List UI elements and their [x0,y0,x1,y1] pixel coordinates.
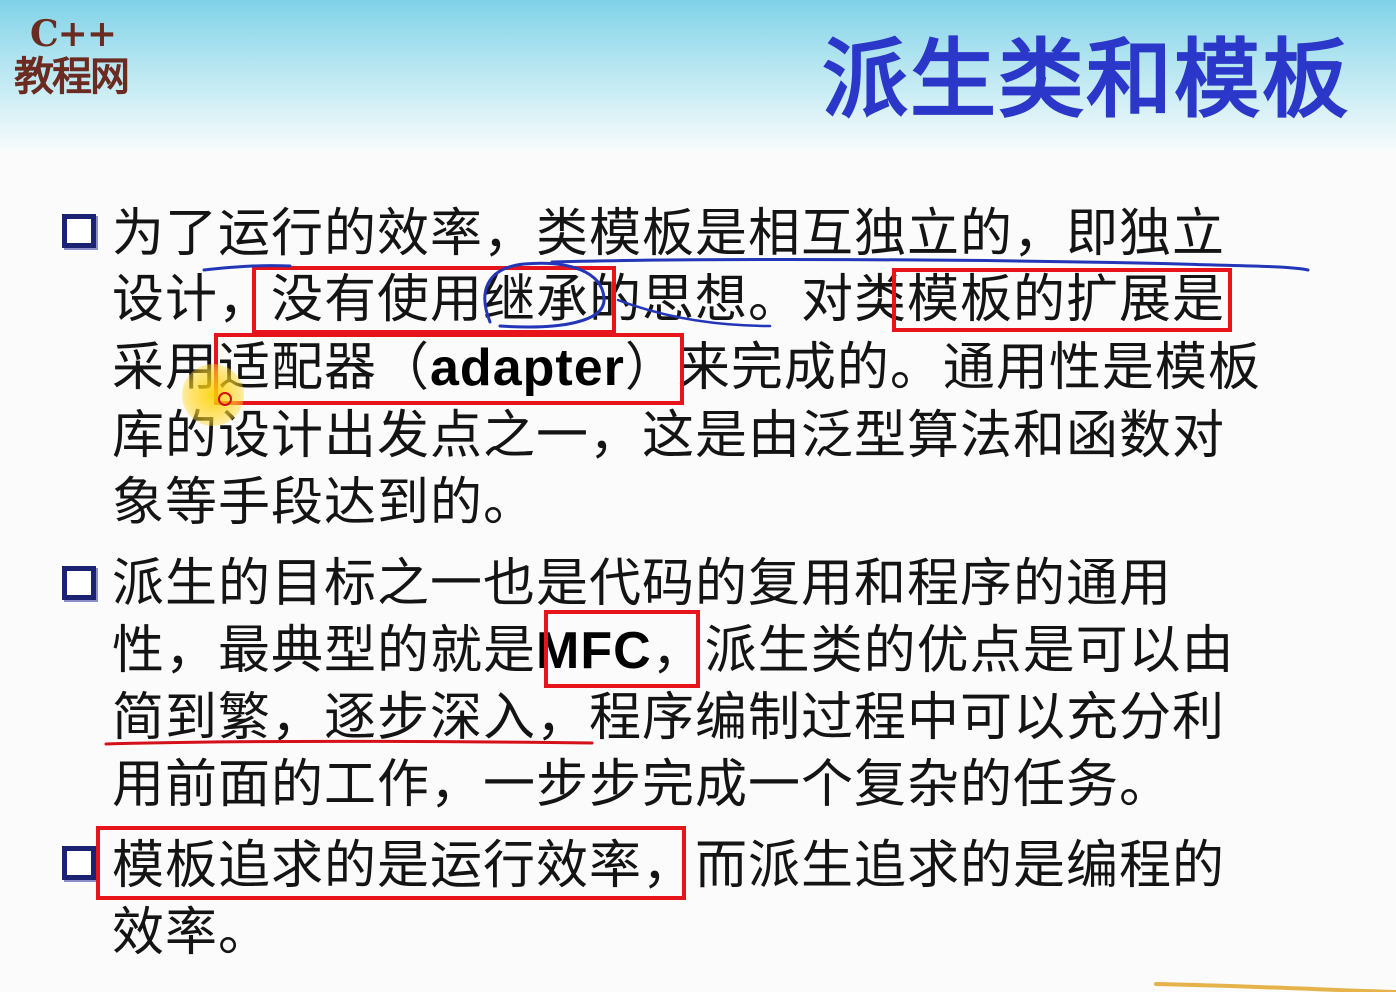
text-line: 效率。 [112,900,271,966]
text-line: 采用适配器（adapter）来完成的。通用性是模板 [112,335,1261,401]
line-text: 简到繁，逐步深入，程序编制过程中可以充分利 [112,688,1226,748]
line-text: 为了运行的效率，类模板是相互独立的，即独立 [112,204,1226,264]
line-text: ）来完成的。通用性是模板 [624,338,1261,398]
mfc-term: MFC [536,622,652,680]
adapter-term: adapter [430,339,625,397]
line-text: 用前面的工作，一步步完成一个复杂的任务。 [112,755,1173,815]
line-text: 设计，没有使用继承的思想。对类模板的扩展是 [112,270,1226,330]
text-line: 派生的目标之一也是代码的复用和程序的通用 [112,551,1172,617]
bullet-square-icon [62,214,96,248]
line-text: 采用适配器（ [112,338,431,398]
line-text: 派生的目标之一也是代码的复用和程序的通用 [112,554,1173,614]
bullet-square-icon [62,846,96,880]
text-line: 象等手段达到的。 [112,470,536,536]
text-line: 设计，没有使用继承的思想。对类模板的扩展是 [112,267,1225,333]
line-text: 象等手段达到的。 [112,473,537,533]
text-line: 用前面的工作，一步步完成一个复杂的任务。 [112,752,1172,818]
line-text: 效率。 [112,903,272,963]
text-line: 模板追求的是运行效率，而派生追求的是编程的 [112,833,1225,899]
line-text: 性，最典型的就是 [112,621,537,681]
bullet-square-icon [62,566,96,600]
text-line: 为了运行的效率，类模板是相互独立的，即独立 [112,201,1225,267]
text-line: 库的设计出发点之一，这是由泛型算法和函数对 [112,403,1225,469]
line-text: ，派生类的优点是可以由 [651,621,1235,681]
text-line: 性，最典型的就是MFC，派生类的优点是可以由 [112,618,1235,684]
line-text: 库的设计出发点之一，这是由泛型算法和函数对 [112,406,1226,466]
slide-body: 为了运行的效率，类模板是相互独立的，即独立 设计，没有使用继承的思想。对类模板的… [0,0,1396,992]
text-line: 简到繁，逐步深入，程序编制过程中可以充分利 [112,685,1225,751]
line-text: 模板追求的是运行效率，而派生追求的是编程的 [112,836,1226,896]
